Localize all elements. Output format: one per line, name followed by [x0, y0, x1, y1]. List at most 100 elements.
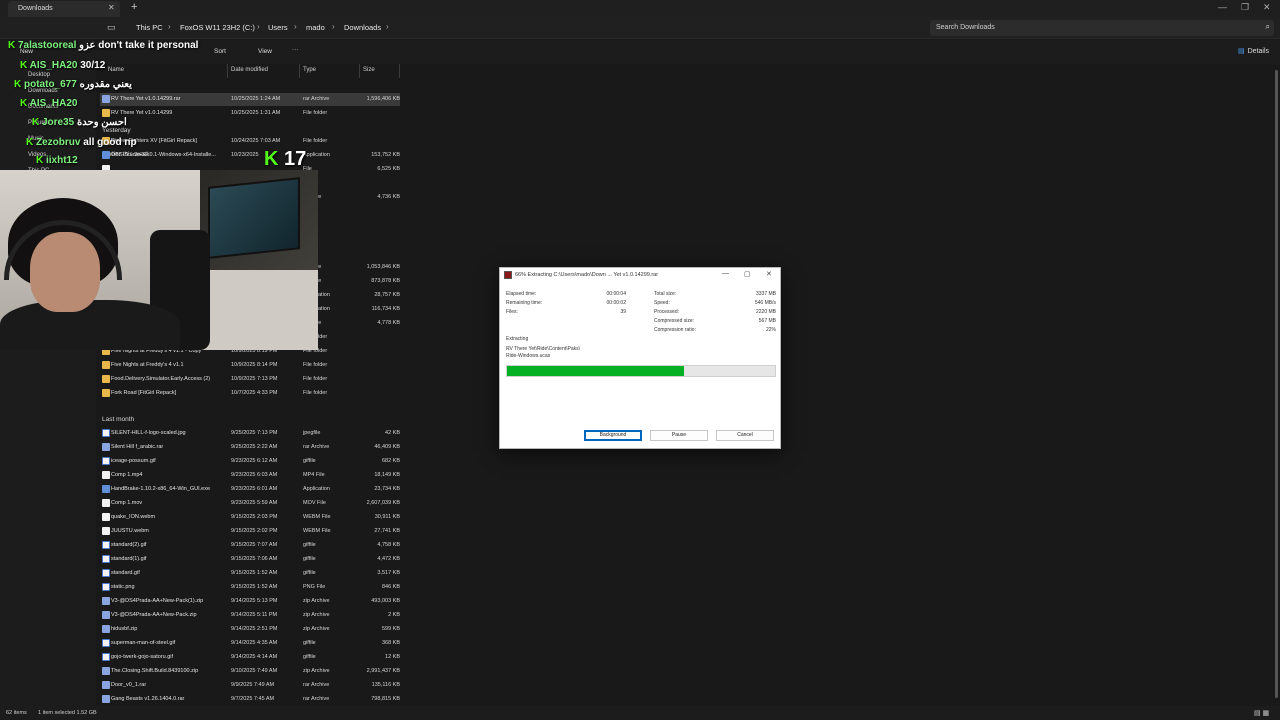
- extracting-label: Extracting: [506, 336, 529, 342]
- folder-icon: [102, 389, 110, 397]
- breadcrumb-downloads[interactable]: Downloads: [344, 23, 381, 32]
- file-row[interactable]: Comp 1.mov 9/23/2025 5:59 AM MOV File 2,607…: [100, 497, 400, 510]
- breadcrumb-drive[interactable]: FoxOS W11 23H2 (C:): [180, 23, 255, 32]
- sort-button[interactable]: Sort: [214, 48, 226, 55]
- breadcrumb-mado[interactable]: mado: [306, 23, 325, 32]
- file-row[interactable]: gojo-twerk-gojo-satoru.gif 9/14/2025 4:14…: [100, 651, 400, 664]
- scrollbar-thumb[interactable]: [1275, 70, 1278, 698]
- file-row[interactable]: standard(1).gif 9/15/2025 7:06 AM giffile 4…: [100, 553, 400, 566]
- archive-icon: [102, 443, 110, 451]
- processed-value: 2220 MB: [755, 309, 776, 315]
- file-row[interactable]: Dinner Fighters XV [FitGirl Repack] 10/24…: [100, 135, 400, 148]
- view-toggle-icons[interactable]: ▤ ▦: [1254, 709, 1269, 717]
- extracting-file: Ride-Windows.ucas: [506, 353, 551, 359]
- column-divider[interactable]: [359, 64, 360, 78]
- file-type: File folder: [303, 110, 328, 116]
- file-name: iceage-possum.gif: [111, 458, 156, 464]
- file-size: 4,758 KB: [377, 542, 400, 548]
- column-header-size[interactable]: Size: [363, 67, 375, 73]
- background-button[interactable]: Background: [584, 430, 642, 441]
- kick-follower-counter: K 17: [264, 148, 306, 171]
- file-date: 9/14/2025 5:11 PM: [231, 612, 278, 618]
- breadcrumb-this-pc[interactable]: This PC: [136, 23, 163, 32]
- more-options-button[interactable]: ···: [292, 46, 299, 53]
- cancel-button[interactable]: Cancel: [716, 430, 774, 441]
- file-date: 10/25/2025 1:24 AM: [231, 96, 281, 102]
- restore-button[interactable]: ❐: [1241, 2, 1249, 13]
- file-row[interactable]: hidusbf.zip 9/14/2025 2:51 PM zip Archive 5…: [100, 623, 400, 636]
- file-row[interactable]: Comp 1.mp4 9/23/2025 6:03 AM MP4 File 18,14…: [100, 469, 400, 482]
- file-row[interactable]: SILENT-HILL-f-logo-scaled.jpg 9/25/2025 7…: [100, 427, 400, 440]
- file-size: 18,149 KB: [374, 472, 400, 478]
- extraction-progress-bar: [506, 365, 776, 377]
- compression-ratio-value: 22%: [765, 327, 776, 333]
- file-row[interactable]: standard.gif 9/15/2025 1:52 AM giffile 3,51…: [100, 567, 400, 580]
- file-row[interactable]: RV There Yet v1.0.14299.rar 10/25/2025 1:…: [100, 93, 400, 106]
- file-row[interactable]: V3-@DS4Prada-AA+New-Pack(1).zip 9/14/2025…: [100, 595, 400, 608]
- file-size: 2,991,437 KB: [366, 668, 400, 674]
- breadcrumb-users[interactable]: Users: [268, 23, 288, 32]
- file-row[interactable]: quake_ION.webm 9/15/2025 2:03 PM WEBM File…: [100, 511, 400, 524]
- pause-button[interactable]: Pause: [650, 430, 708, 441]
- chat-text: all good np: [83, 137, 137, 148]
- file-row[interactable]: Door_v0_1.rar 9/9/2025 7:49 AM rar Archive…: [100, 679, 400, 692]
- file-row[interactable]: The.Closing.Shift.Build.8439100.zip 9/10/…: [100, 665, 400, 678]
- column-header-date[interactable]: Date modified: [231, 67, 268, 73]
- vertical-scrollbar[interactable]: [1274, 64, 1279, 706]
- chat-text: احسن وحدة: [77, 117, 127, 128]
- file-type: giffile: [303, 570, 316, 576]
- view-button[interactable]: View: [258, 48, 272, 55]
- file-type: MP4 File: [303, 472, 325, 478]
- file-row[interactable]: Fork Road [FitGirl Repack] 10/7/2025 4:33…: [100, 387, 400, 400]
- file-row[interactable]: standard(2).gif 9/15/2025 7:07 AM giffile 4…: [100, 539, 400, 552]
- close-window-button[interactable]: ✕: [1263, 2, 1271, 13]
- tab-close-icon[interactable]: ✕: [108, 3, 115, 12]
- file-icon: [102, 527, 110, 535]
- folder-icon: [102, 109, 110, 117]
- chat-text: 30/12: [80, 60, 106, 71]
- files-value: 39: [620, 309, 626, 315]
- file-type: rar Archive: [303, 696, 330, 702]
- file-size: 116,734 KB: [371, 306, 400, 312]
- column-header-type[interactable]: Type: [303, 67, 316, 73]
- new-tab-button[interactable]: +: [131, 1, 137, 13]
- file-date: 9/15/2025 1:52 AM: [231, 584, 278, 590]
- chevron-right-icon: ›: [168, 22, 171, 31]
- file-row[interactable]: OBS-Studio-32.0.1-Windows-x64-Installe..…: [100, 149, 400, 162]
- file-row[interactable]: HandBrake-1.10.2-x86_64-Win_GUI.exe 9/23/…: [100, 483, 400, 496]
- search-input[interactable]: Search Downloads ⌕: [930, 20, 1274, 36]
- file-row[interactable]: Food.Delivery.Simulator.Early.Access (2)…: [100, 373, 400, 386]
- processed-label: Processed:: [654, 309, 680, 315]
- file-row[interactable]: iceage-possum.gif 9/23/2025 6:12 AM giffil…: [100, 455, 400, 468]
- column-divider[interactable]: [227, 64, 228, 78]
- file-row[interactable]: V3-@DS4Prada-AA+New-Pack.zip 9/14/2025 5:…: [100, 609, 400, 622]
- file-type: giffile: [303, 640, 316, 646]
- file-row[interactable]: Gang Beasts v1.26.1404.0.rar 9/7/2025 7:4…: [100, 693, 400, 706]
- chat-username: 7alastooreal: [18, 40, 77, 51]
- compression-ratio-label: Compression ratio:: [654, 327, 696, 333]
- group-header-last-month[interactable]: Last month: [102, 416, 134, 423]
- dialog-maximize-button[interactable]: ▢: [744, 270, 751, 278]
- file-row[interactable]: Five Nights at Freddy's 4 v1.1 10/9/2025 …: [100, 359, 400, 372]
- file-row[interactable]: superman-man-of-steel.gif 9/14/2025 4:35 …: [100, 637, 400, 650]
- details-pane-button[interactable]: ▤ Details: [1238, 47, 1269, 55]
- file-date: 10/23/2025: [231, 152, 259, 158]
- tab-downloads[interactable]: Downloads: [8, 1, 120, 17]
- column-divider[interactable]: [299, 64, 300, 78]
- file-row[interactable]: Silent Hill f_arabic.rar 9/25/2025 2:22 A…: [100, 441, 400, 454]
- group-header-yesterday[interactable]: Yesterday: [102, 127, 131, 134]
- column-header-name[interactable]: Name: [108, 67, 124, 73]
- column-divider[interactable]: [399, 64, 400, 78]
- nav-item-desktop[interactable]: Desktop: [28, 72, 50, 78]
- dialog-close-button[interactable]: ✕: [766, 270, 772, 278]
- minimize-button[interactable]: —: [1218, 2, 1227, 12]
- chat-username: iixht12: [46, 155, 78, 166]
- dialog-titlebar[interactable]: 66% Extracting C:\Users\mado\Down ... Ye…: [500, 268, 780, 283]
- file-size: 4,736 KB: [377, 194, 400, 200]
- file-row[interactable]: static.png 9/15/2025 1:52 AM PNG File 846 K…: [100, 581, 400, 594]
- file-type: giffile: [303, 556, 316, 562]
- file-row[interactable]: RV There Yet v1.0.14299 10/25/2025 1:31 A…: [100, 107, 400, 120]
- file-size: 368 KB: [381, 640, 400, 646]
- dialog-minimize-button[interactable]: —: [722, 270, 729, 277]
- file-row[interactable]: JUUSTU.webm 9/15/2025 2:02 PM WEBM File 27,…: [100, 525, 400, 538]
